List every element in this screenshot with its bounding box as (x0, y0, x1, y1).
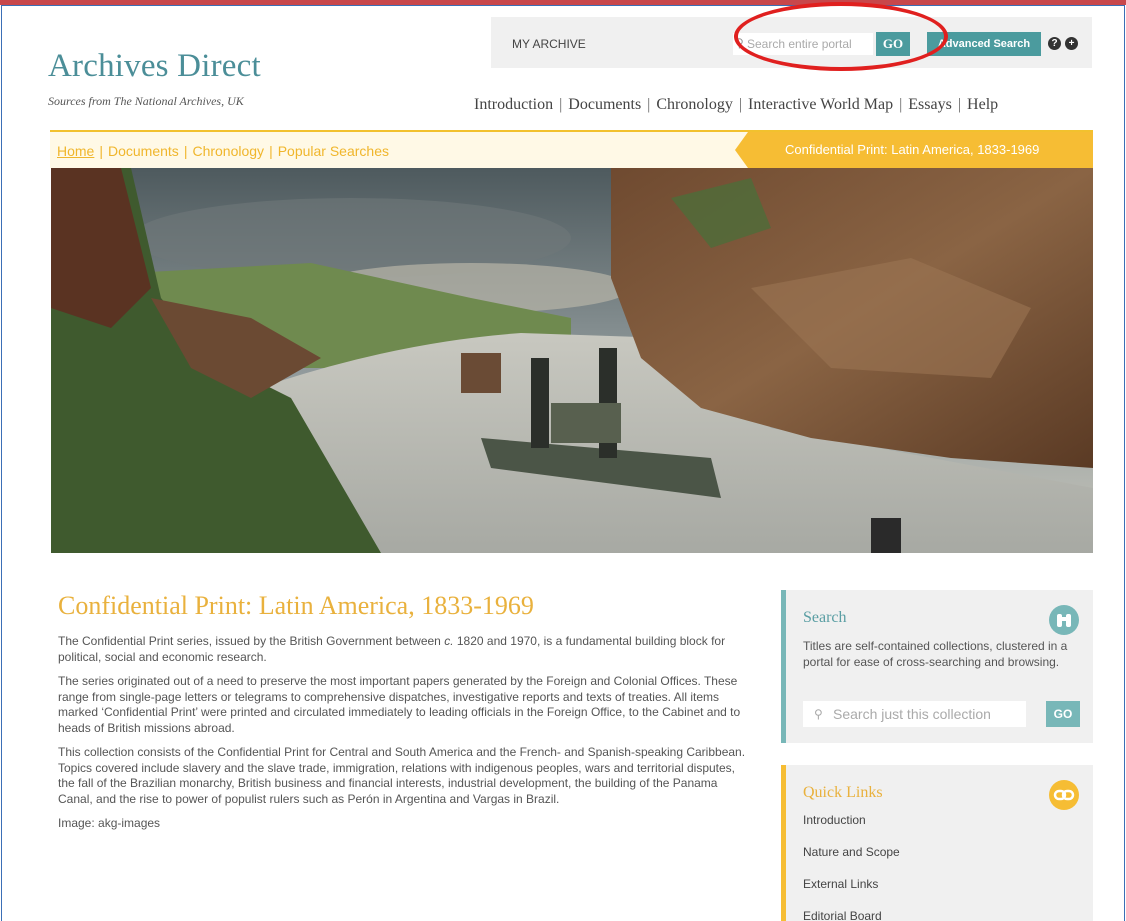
site-logo-title[interactable]: Archives Direct (48, 48, 261, 85)
main-nav: Introduction | Documents | Chronology | Intera… (474, 96, 998, 114)
link-icon (1049, 780, 1079, 810)
page-title: Confidential Print: Latin America, 1833-… (58, 591, 534, 620)
breadcrumb-separator: | (269, 143, 273, 159)
quick-link-external-links[interactable]: External Links (803, 877, 900, 909)
search-panel-heading: Search (803, 609, 847, 626)
paragraph-text: The Confidential Print series, issued by… (58, 634, 445, 648)
nav-documents[interactable]: Documents (568, 96, 641, 113)
quick-link-introduction[interactable]: Introduction (803, 813, 900, 845)
annotation-circle (734, 2, 948, 71)
binoculars-icon (1049, 605, 1079, 635)
breadcrumb-bar: Home | Documents | Chronology | Popular Search… (50, 130, 1093, 168)
description-paragraph: This collection consists of the Confiden… (58, 745, 746, 806)
quick-links-panel: Quick Links Introduction Nature and Scop… (781, 765, 1093, 921)
breadcrumb: Home | Documents | Chronology | Popular Search… (57, 143, 389, 159)
quick-link-nature-scope[interactable]: Nature and Scope (803, 845, 900, 877)
breadcrumb-chronology[interactable]: Chronology (192, 143, 264, 159)
quick-link-editorial-board[interactable]: Editorial Board (803, 909, 900, 921)
nav-separator: | (738, 96, 743, 113)
breadcrumb-separator: | (99, 143, 103, 159)
collection-search-panel: Search Titles are self-contained collect… (781, 590, 1093, 743)
breadcrumb-separator: | (183, 143, 188, 159)
description-paragraph: The series originated out of a need to p… (58, 674, 741, 735)
description-paragraph: The Confidential Print series, issued by… (58, 634, 748, 665)
help-icon[interactable]: ? (1048, 37, 1061, 50)
quick-links-heading: Quick Links (803, 784, 883, 801)
breadcrumb-home[interactable]: Home (57, 143, 94, 159)
paragraph-italic: c. (444, 634, 454, 648)
nav-essays[interactable]: Essays (908, 96, 952, 113)
collection-search-input[interactable] (833, 701, 1026, 727)
image-credit: Image: akg-images (58, 816, 161, 830)
nav-introduction[interactable]: Introduction (474, 96, 553, 113)
collection-go-button[interactable]: GO (1046, 701, 1080, 727)
plus-icon[interactable]: + (1065, 37, 1078, 50)
collection-description: The Confidential Print series, issued by… (58, 634, 748, 841)
site-logo-subtitle: Sources from The National Archives, UK (48, 94, 244, 108)
search-icon: ⚲ (814, 707, 823, 721)
nav-chronology[interactable]: Chronology (656, 96, 732, 113)
nav-separator: | (559, 96, 563, 113)
breadcrumb-popular-searches[interactable]: Popular Searches (278, 143, 389, 159)
quick-links-list: Introduction Nature and Scope External L… (803, 813, 900, 921)
my-archive-link[interactable]: MY ARCHIVE (512, 37, 586, 51)
collection-title-tab: Confidential Print: Latin America, 1833-… (735, 132, 1093, 168)
nav-world-map[interactable]: Interactive World Map (748, 96, 893, 113)
nav-separator: | (647, 96, 651, 113)
nav-separator: | (899, 96, 903, 113)
nav-separator: | (957, 96, 962, 113)
search-panel-description: Titles are self-contained collections, c… (803, 639, 1068, 669)
hero-image (51, 168, 1093, 553)
collection-search-box: ⚲ (803, 701, 1026, 727)
nav-help[interactable]: Help (967, 96, 998, 113)
breadcrumb-documents[interactable]: Documents (108, 143, 179, 159)
